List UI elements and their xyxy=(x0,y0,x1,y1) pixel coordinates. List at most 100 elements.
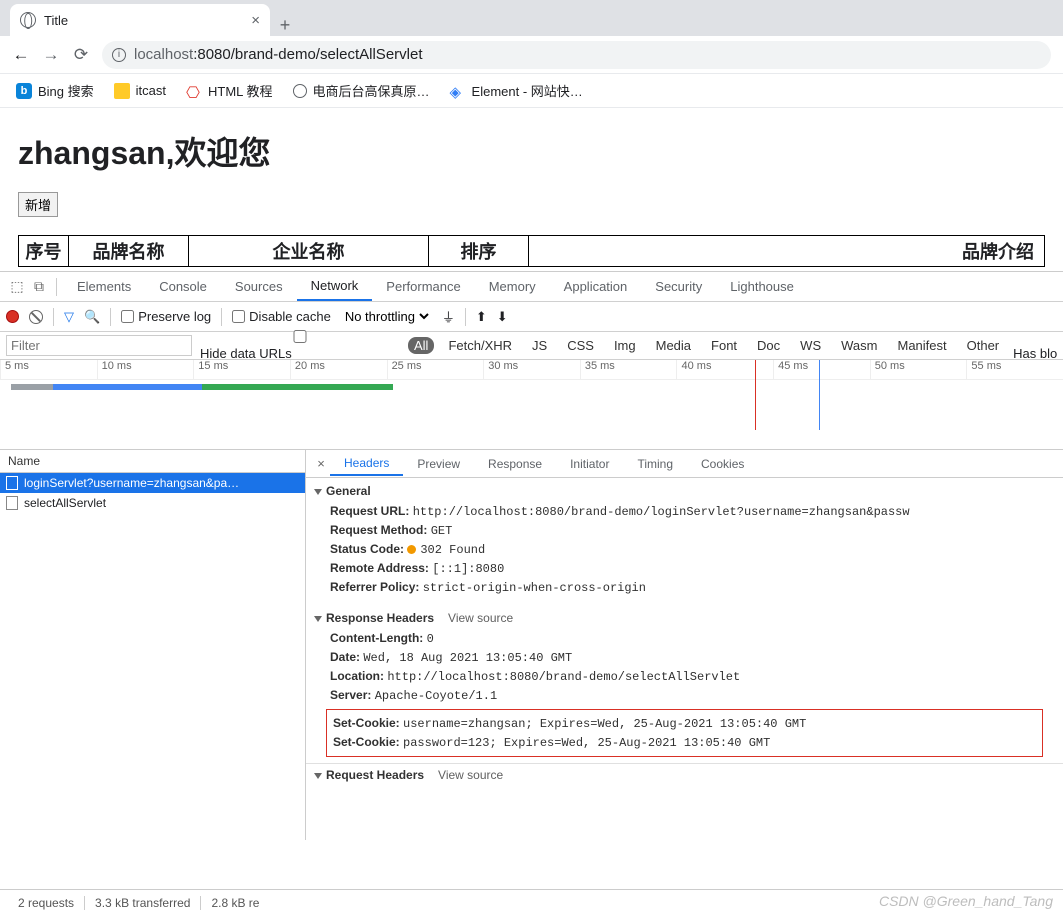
request-method: Request Method: GET xyxy=(306,521,1063,540)
tab-title: Title xyxy=(44,13,68,28)
filter-icon[interactable]: ▽ xyxy=(64,309,74,325)
new-tab-button[interactable]: + xyxy=(270,15,300,36)
tab-application[interactable]: Application xyxy=(550,273,642,300)
set-cookie-2: Set-Cookie: password=123; Expires=Wed, 2… xyxy=(329,733,1040,752)
type-media[interactable]: Media xyxy=(650,337,697,354)
preserve-log-checkbox[interactable]: Preserve log xyxy=(121,309,211,324)
code-icon: ⎔ xyxy=(186,83,202,99)
forward-button[interactable]: → xyxy=(42,45,60,65)
close-details-button[interactable]: × xyxy=(312,456,330,471)
request-headers-section[interactable]: Request HeadersView source xyxy=(306,763,1063,786)
site-info-icon[interactable]: i xyxy=(112,48,126,62)
brand-table: 序号 品牌名称 企业名称 排序 品牌介绍 xyxy=(18,235,1045,267)
bookmark-ecom[interactable]: 电商后台高保真原… xyxy=(293,81,430,100)
tab-sources[interactable]: Sources xyxy=(221,273,297,300)
tab-timing[interactable]: Timing xyxy=(623,453,687,475)
hide-data-urls-checkbox[interactable]: Hide data URLs xyxy=(200,330,400,361)
type-fetch[interactable]: Fetch/XHR xyxy=(442,337,518,354)
type-all[interactable]: All xyxy=(408,337,434,354)
folder-icon xyxy=(114,83,130,99)
request-url: Request URL: http://localhost:8080/brand… xyxy=(306,502,1063,521)
tab-memory[interactable]: Memory xyxy=(475,273,550,300)
tab-performance[interactable]: Performance xyxy=(372,273,474,300)
url-host: localhost xyxy=(134,46,193,63)
referrer-policy: Referrer Policy: strict-origin-when-cros… xyxy=(306,578,1063,597)
type-font[interactable]: Font xyxy=(705,337,743,354)
col-order: 排序 xyxy=(429,236,529,267)
devtools-tabs: ⬚ ⧉ Elements Console Sources Network Per… xyxy=(0,272,1063,302)
view-source-link[interactable]: View source xyxy=(448,611,513,625)
tab-lighthouse[interactable]: Lighthouse xyxy=(716,273,808,300)
request-row[interactable]: loginServlet?username=zhangsan&pa… xyxy=(0,473,305,493)
has-blocked-checkbox[interactable]: Has blo xyxy=(1013,330,1063,361)
request-details: × Headers Preview Response Initiator Tim… xyxy=(306,450,1063,840)
disable-cache-checkbox[interactable]: Disable cache xyxy=(232,309,331,324)
globe-icon xyxy=(20,12,36,28)
device-toggle-icon[interactable]: ⧉ xyxy=(28,278,50,295)
name-column-header[interactable]: Name xyxy=(0,450,305,473)
status-dot-icon xyxy=(407,545,416,554)
bookmark-folder[interactable]: itcast xyxy=(114,83,166,99)
add-button[interactable]: 新增 xyxy=(18,192,58,217)
wifi-icon[interactable]: ⏚ xyxy=(442,307,455,326)
tab-headers[interactable]: Headers xyxy=(330,452,403,476)
tab-network[interactable]: Network xyxy=(297,272,373,301)
requests-count: 2 requests xyxy=(8,896,85,910)
network-statusbar: 2 requests 3.3 kB transferred 2.8 kB re xyxy=(0,889,1063,915)
throttle-select[interactable]: No throttling xyxy=(341,308,432,325)
page-title: zhangsan,欢迎您 xyxy=(18,128,1045,174)
type-js[interactable]: JS xyxy=(526,337,553,354)
tab-elements[interactable]: Elements xyxy=(63,273,145,300)
chevron-down-icon xyxy=(314,489,322,495)
type-doc[interactable]: Doc xyxy=(751,337,786,354)
bing-icon: b xyxy=(16,83,32,99)
network-toolbar: ▽ 🔍 Preserve log Disable cache No thrott… xyxy=(0,302,1063,332)
address-bar[interactable]: i localhost:8080/brand-demo/selectAllSer… xyxy=(102,41,1051,69)
record-button[interactable] xyxy=(6,310,19,323)
type-manifest[interactable]: Manifest xyxy=(891,337,952,354)
view-source-link[interactable]: View source xyxy=(438,768,503,782)
col-brand: 品牌名称 xyxy=(69,236,189,267)
inspect-icon[interactable]: ⬚ xyxy=(6,278,28,295)
browser-tab[interactable]: Title × xyxy=(10,4,270,36)
download-icon[interactable]: ⬇ xyxy=(497,309,508,325)
col-index: 序号 xyxy=(19,236,69,267)
search-icon[interactable]: 🔍 xyxy=(84,309,100,325)
network-timeline[interactable]: 5 ms 10 ms 15 ms 20 ms 25 ms 30 ms 35 ms… xyxy=(0,360,1063,450)
filter-types: Hide data URLs All Fetch/XHR JS CSS Img … xyxy=(0,332,1063,360)
file-icon xyxy=(6,496,18,510)
table-header-row: 序号 品牌名称 企业名称 排序 品牌介绍 xyxy=(19,236,1045,267)
set-cookie-1: Set-Cookie: username=zhangsan; Expires=W… xyxy=(329,714,1040,733)
type-wasm[interactable]: Wasm xyxy=(835,337,883,354)
type-img[interactable]: Img xyxy=(608,337,642,354)
type-ws[interactable]: WS xyxy=(794,337,827,354)
type-other[interactable]: Other xyxy=(961,337,1006,354)
navbar: ← → ⟳ i localhost:8080/brand-demo/select… xyxy=(0,36,1063,74)
file-icon xyxy=(6,476,18,490)
tab-cookies[interactable]: Cookies xyxy=(687,453,758,475)
tab-preview[interactable]: Preview xyxy=(403,453,474,475)
tab-console[interactable]: Console xyxy=(145,273,221,300)
tab-initiator[interactable]: Initiator xyxy=(556,453,623,475)
bookmark-html[interactable]: ⎔HTML 教程 xyxy=(186,81,273,100)
content-length: Content-Length: 0 xyxy=(306,629,1063,648)
request-row[interactable]: selectAllServlet xyxy=(0,493,305,513)
clear-button[interactable] xyxy=(29,310,43,324)
col-company: 企业名称 xyxy=(189,236,429,267)
location-header: Location: http://localhost:8080/brand-de… xyxy=(306,667,1063,686)
filter-input[interactable] xyxy=(6,335,192,356)
close-icon[interactable]: × xyxy=(251,12,260,29)
type-css[interactable]: CSS xyxy=(561,337,600,354)
request-list: Name loginServlet?username=zhangsan&pa… … xyxy=(0,450,306,840)
tab-response[interactable]: Response xyxy=(474,453,556,475)
reload-button[interactable]: ⟳ xyxy=(72,45,90,65)
tab-security[interactable]: Security xyxy=(641,273,716,300)
upload-icon[interactable]: ⬆ xyxy=(476,309,487,325)
back-button[interactable]: ← xyxy=(12,45,30,65)
status-code: Status Code: 302 Found xyxy=(306,540,1063,559)
response-headers-section[interactable]: Response HeadersView source xyxy=(306,607,1063,629)
bookmark-bing[interactable]: bBing 搜索 xyxy=(16,81,94,100)
general-section[interactable]: General xyxy=(306,480,1063,502)
timeline-bar xyxy=(53,384,202,390)
bookmark-element[interactable]: ◈Element - 网站快… xyxy=(450,81,583,100)
